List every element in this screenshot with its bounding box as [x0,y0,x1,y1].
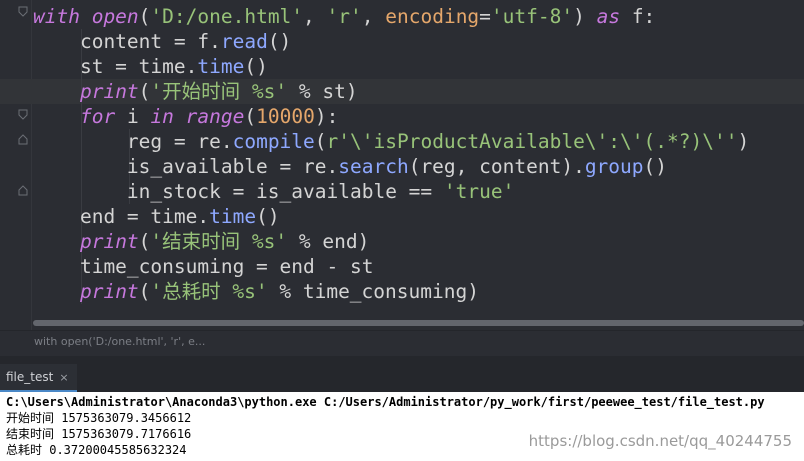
code-token: f: [620,5,656,28]
code-token: ) [345,80,358,103]
code-token: range [185,105,245,128]
code-token: i [115,105,151,128]
code-token: with [33,5,92,28]
console-output-line: 开始时间 1575363079.3456612 [6,411,192,425]
code-line[interactable]: end = time.time() [33,204,280,229]
editor-gutter [0,0,32,330]
code-token: '总耗时 %s' [150,280,268,303]
code-token: ( [138,280,151,303]
code-line[interactable]: reg = re.compile(r'\'isProductAvailable\… [33,129,749,154]
code-token: ) [573,5,597,28]
code-token: time_consuming = end - st [33,255,374,278]
code-token: ): [314,105,339,128]
code-token: 'D:/one.html' [150,5,304,28]
code-token: is_available = re. [33,155,339,178]
tab-file-test[interactable]: file_test × [0,364,77,392]
code-token: '开始时间 %s' [150,80,288,103]
code-token: % end) [287,230,370,253]
watermark: https://blog.csdn.net/qq_40244755 [528,432,792,450]
code-token: print [79,80,139,103]
horizontal-scrollbar[interactable] [33,320,804,326]
breadcrumb[interactable]: with open('D:/one.html', 'r', e... [0,330,804,355]
code-token: ( [314,130,327,153]
code-line[interactable]: content = f.read() [33,29,291,54]
code-token: end = time. [33,205,210,228]
code-token: time [209,205,257,228]
code-token: time [197,55,245,78]
fold-marker-icon[interactable] [18,109,28,121]
code-token: r'\'isProductAvailable\':\'(.*?)\'' [326,130,738,153]
code-token: 'true' [443,180,515,203]
code-line[interactable]: is_available = re.search(reg, content).g… [33,154,667,179]
code-token: print [79,230,139,253]
code-token: reg = re. [33,130,233,153]
code-token: ( [244,105,257,128]
code-token: search [338,155,409,178]
code-token: ( [138,230,151,253]
run-tab-bar: file_test × [0,356,804,392]
code-line[interactable]: time_consuming = end - st [33,254,374,279]
code-token: = [479,5,491,28]
code-token: content = f. [33,30,221,53]
code-token: '结束时间 %s' [150,230,288,253]
code-token: group [584,155,644,178]
code-token: ) [737,130,750,153]
console-output-line: 结束时间 1575363079.7176616 [6,427,192,441]
gutter-divider [31,0,32,330]
fold-marker-icon[interactable] [18,133,28,145]
fold-marker-icon[interactable] [18,184,28,196]
code-token: as [596,5,621,28]
code-token: in [150,105,174,128]
code-line[interactable]: print('开始时间 %s' % st) [33,79,358,104]
code-token: ( [138,80,151,103]
code-token: 10000 [256,105,315,128]
code-token: read [220,30,268,53]
code-token: print [79,280,139,303]
close-icon[interactable]: × [59,371,68,384]
code-token: 'utf-8' [490,5,574,28]
code-token: open [91,5,139,28]
code-line[interactable]: for i in range(10000): [33,104,338,129]
code-token: st = time. [33,55,198,78]
code-token: encoding [385,5,480,28]
code-token: compile [232,130,315,153]
code-line[interactable]: st = time.time() [33,54,268,79]
code-line[interactable]: print('结束时间 %s' % end) [33,229,369,254]
code-token: () [643,155,667,178]
run-console[interactable]: C:\Users\Administrator\Anaconda3\python.… [0,392,804,461]
code-line[interactable]: with open('D:/one.html', 'r', encoding='… [33,4,655,29]
code-token: % time_consuming) [267,280,479,303]
breadcrumb-text[interactable]: with open('D:/one.html', 'r', e... [34,335,205,348]
code-token: () [256,205,280,228]
code-token: () [267,30,292,53]
console-output-line: 总耗时 0.37200045585632324 [6,443,187,457]
code-line[interactable]: print('总耗时 %s' % time_consuming) [33,279,479,304]
code-token: 'r' [326,5,362,28]
code-token: , [361,5,386,28]
code-token: in_stock = is_available == [33,180,444,203]
tab-label: file_test [6,370,54,384]
code-token: (reg, content). [408,155,585,178]
code-token: ( [138,5,151,28]
code-editor[interactable]: with open('D:/one.html', 'r', encoding='… [0,0,804,330]
code-token: for [79,105,116,128]
code-token: () [244,55,268,78]
console-command-line: C:\Users\Administrator\Anaconda3\python.… [6,395,765,409]
code-token: % st [287,80,346,103]
code-token: , [303,5,327,28]
code-line[interactable]: in_stock = is_available == 'true' [33,179,514,204]
fold-marker-icon[interactable] [18,6,28,18]
